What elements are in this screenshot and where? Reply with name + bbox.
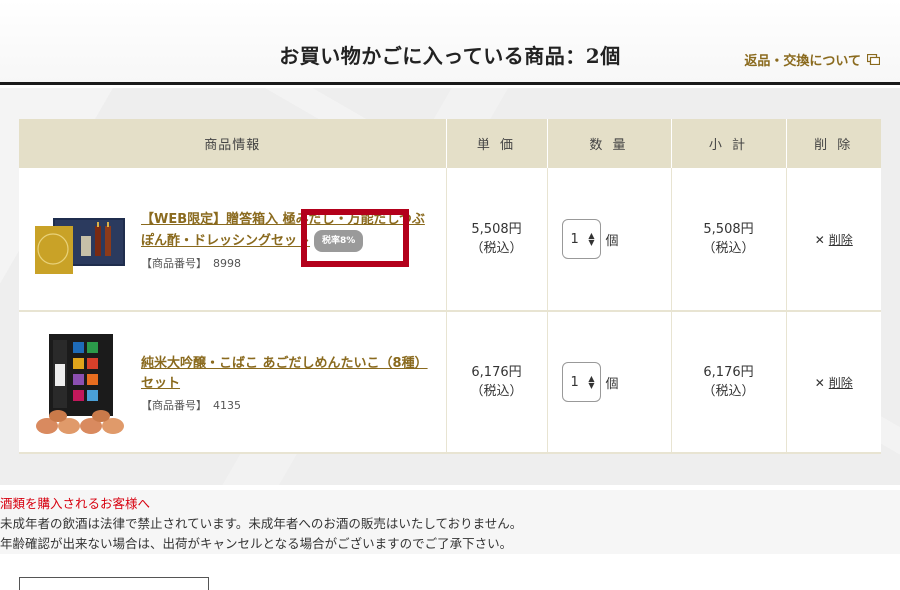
quantity-value: 1: [570, 231, 579, 247]
unit-price-cell: 5,508円 （税込）: [446, 168, 548, 312]
notice-title: 酒類を購入されるお客様へ: [0, 496, 151, 511]
bottom-panel: [19, 577, 209, 590]
cart-table-header: 商品情報 単 価 数 量 小 計 削 除: [19, 119, 881, 168]
subtotal: 6,176円: [703, 365, 754, 380]
delete-cell: ✕ 削除: [786, 311, 881, 454]
cart-table: 商品情報 単 価 数 量 小 計 削 除 【WEB限定】贈答箱入 極みだし・万能…: [19, 119, 881, 454]
delete-label: 削除: [828, 232, 853, 247]
unit-price-cell: 6,176円 （税込）: [446, 311, 548, 454]
cart-area: 商品情報 単 価 数 量 小 計 削 除 【WEB限定】贈答箱入 極みだし・万能…: [0, 88, 900, 485]
quantity-cell: 1 ▲ ▼ 個: [547, 168, 672, 312]
unit-price: 6,176円: [471, 365, 522, 380]
col-delete: 削 除: [786, 119, 881, 168]
page-header: お買い物かごに入っている商品：2個 返品・交換について: [0, 0, 900, 85]
quantity-unit: 個: [605, 233, 619, 249]
subtotal-tax-note: （税込）: [702, 384, 755, 399]
col-subtotal: 小 計: [671, 119, 787, 168]
close-icon: ✕: [814, 232, 825, 247]
return-exchange-label: 返品・交換について: [744, 54, 861, 69]
product-number-label: 【商品番号】: [141, 399, 207, 412]
unit-price: 5,508円: [471, 222, 522, 237]
product-name-link[interactable]: 【WEB限定】贈答箱入 極みだし・万能だしつぶぽん酢・ドレッシングセット 税率8%: [141, 210, 431, 252]
product-number: 【商品番号】 8998: [141, 255, 431, 271]
product-text: 純米大吟醸・こばこ あごだしめんたいこ（8種）セット 【商品番号】 4135: [141, 354, 431, 413]
unit-price-tax-note: （税込）: [470, 241, 523, 256]
quantity-unit: 個: [605, 376, 619, 392]
unit-price-tax-note: （税込）: [470, 384, 523, 399]
external-window-icon: [867, 54, 880, 65]
product-number-label: 【商品番号】: [141, 257, 207, 270]
tax-rate-badge: 税率8%: [314, 230, 364, 252]
subtotal-cell: 5,508円 （税込）: [671, 168, 787, 312]
quantity-select[interactable]: 1 ▲ ▼: [561, 362, 601, 402]
alcohol-notice: 酒類を購入されるお客様へ 未成年者の飲酒は法律で禁止されています。未成年者へのお…: [0, 490, 900, 554]
close-icon: ✕: [814, 375, 825, 390]
notice-line: 未成年者の飲酒は法律で禁止されています。未成年者へのお酒の販売はいたしておりませ…: [0, 516, 523, 531]
product-number: 【商品番号】 4135: [141, 397, 431, 413]
stepper-arrows-icon: ▲ ▼: [588, 374, 595, 390]
cart-row: 純米大吟醸・こばこ あごだしめんたいこ（8種）セット 【商品番号】 4135 6,…: [19, 311, 881, 454]
return-exchange-link[interactable]: 返品・交換について: [744, 50, 880, 69]
col-unit-price: 単 価: [446, 119, 548, 168]
product-name-link[interactable]: 純米大吟醸・こばこ あごだしめんたいこ（8種）セット: [141, 354, 431, 394]
product-image[interactable]: [33, 330, 125, 438]
product-info-cell: 純米大吟醸・こばこ あごだしめんたいこ（8種）セット 【商品番号】 4135: [19, 311, 447, 454]
notice-line: 年齢確認が出来ない場合は、出荷がキャンセルとなる場合がございますのでご了承下さい…: [0, 536, 513, 551]
delete-label: 削除: [828, 375, 853, 390]
delete-button[interactable]: ✕ 削除: [815, 376, 853, 390]
subtotal-cell: 6,176円 （税込）: [671, 311, 787, 454]
product-number-value: 8998: [213, 257, 241, 270]
product-number-value: 4135: [213, 399, 241, 412]
delete-button[interactable]: ✕ 削除: [815, 233, 853, 247]
cart-row: 【WEB限定】贈答箱入 極みだし・万能だしつぶぽん酢・ドレッシングセット 税率8%…: [19, 168, 881, 312]
subtotal-tax-note: （税込）: [702, 241, 755, 256]
product-name: 【WEB限定】贈答箱入 極みだし・万能だしつぶぽん酢・ドレッシングセット: [141, 212, 425, 249]
stepper-arrows-icon: ▲ ▼: [588, 231, 595, 247]
delete-cell: ✕ 削除: [786, 168, 881, 312]
product-name: 純米大吟醸・こばこ あごだしめんたいこ（8種）セット: [141, 356, 428, 391]
product-info-cell: 【WEB限定】贈答箱入 極みだし・万能だしつぶぽん酢・ドレッシングセット 税率8%…: [19, 168, 447, 312]
col-quantity: 数 量: [547, 119, 672, 168]
product-text: 【WEB限定】贈答箱入 極みだし・万能だしつぶぽん酢・ドレッシングセット 税率8%…: [141, 210, 431, 271]
quantity-value: 1: [570, 374, 579, 390]
product-image[interactable]: [33, 196, 125, 284]
subtotal: 5,508円: [703, 222, 754, 237]
col-product-info: 商品情報: [19, 119, 447, 168]
quantity-cell: 1 ▲ ▼ 個: [547, 311, 672, 454]
quantity-select[interactable]: 1 ▲ ▼: [561, 219, 601, 259]
